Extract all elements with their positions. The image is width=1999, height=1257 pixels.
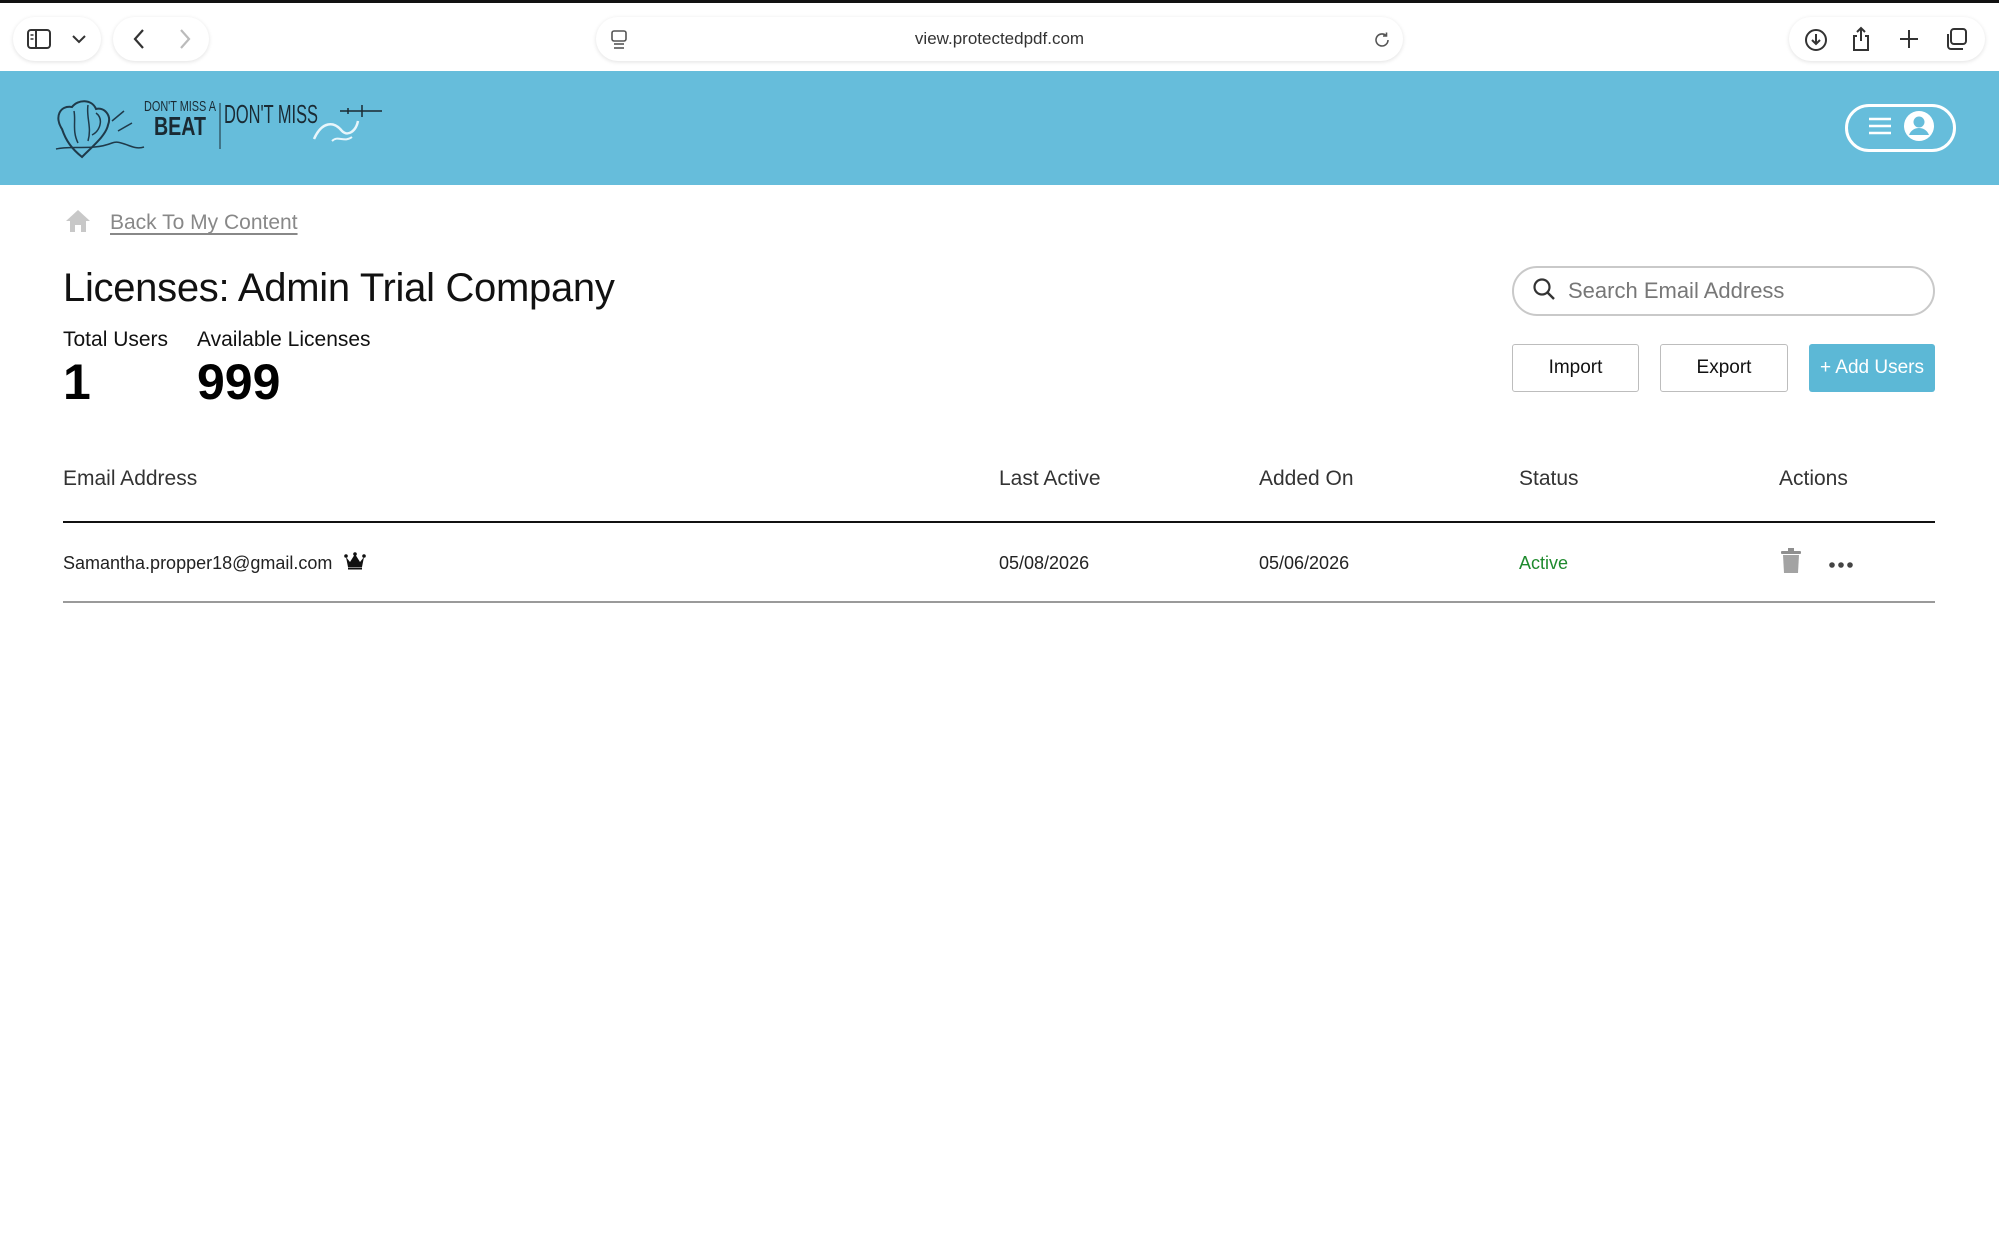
- forward-arrow-icon[interactable]: [173, 27, 197, 51]
- last-active-cell: 05/08/2026: [999, 552, 1090, 573]
- address-bar[interactable]: view.protectedpdf.com: [596, 17, 1403, 61]
- available-licenses-value: 999: [197, 354, 281, 410]
- added-on-cell: 05/06/2026: [1259, 552, 1350, 573]
- home-icon: [64, 208, 92, 239]
- search-icon: [1532, 277, 1556, 306]
- page-title: Licenses: Admin Trial Company: [63, 266, 615, 310]
- column-header-actions: Actions: [1779, 467, 1848, 490]
- column-header-added-on[interactable]: Added On: [1259, 467, 1354, 491]
- table-row: Samantha.propper18@gmail.com 05/08/2026 …: [63, 523, 1935, 603]
- back-to-content-link[interactable]: Back To My Content: [64, 208, 298, 238]
- tabs-overview-icon[interactable]: [1943, 27, 1969, 51]
- total-users-label: Total Users: [63, 328, 169, 351]
- browser-actions-group: [1789, 17, 1985, 61]
- column-header-status[interactable]: Status: [1519, 467, 1579, 491]
- reload-icon[interactable]: [1371, 29, 1393, 51]
- url-text[interactable]: view.protectedpdf.com: [596, 17, 1403, 61]
- share-icon[interactable]: [1849, 25, 1873, 53]
- actions-cell: [1781, 523, 1853, 603]
- user-email: Samantha.propper18@gmail.com: [63, 552, 333, 573]
- brand-logo[interactable]: DON'T MISS A BEAT DON'T MISS: [52, 91, 392, 165]
- total-users-value: 1: [63, 354, 91, 410]
- search-email-input[interactable]: [1568, 278, 1908, 304]
- browser-toolbar: view.protectedpdf.com: [0, 3, 1999, 71]
- total-users-stat: Total Users 1: [63, 328, 168, 410]
- chevron-down-icon[interactable]: [69, 29, 89, 49]
- available-licenses-stat: Available Licenses 999: [197, 328, 371, 410]
- app-header: DON'T MISS A BEAT DON'T MISS: [0, 71, 1999, 185]
- new-tab-icon[interactable]: [1897, 27, 1921, 51]
- licenses-table: Email Address Last Active Added On Statu…: [63, 455, 1935, 603]
- crown-icon: [344, 551, 367, 575]
- logo-text-beat: BEAT: [154, 111, 206, 141]
- user-menu-button[interactable]: [1845, 104, 1956, 152]
- table-header: Email Address Last Active Added On Statu…: [63, 455, 1935, 523]
- status-cell: Active: [1519, 552, 1569, 573]
- add-users-button[interactable]: + Add Users: [1809, 344, 1935, 392]
- sidebar-toggle-group[interactable]: [13, 17, 101, 61]
- hamburger-icon: [1867, 116, 1893, 141]
- more-options-icon[interactable]: [1829, 553, 1853, 574]
- history-nav-group: [113, 17, 209, 61]
- column-header-email[interactable]: Email Address: [63, 467, 197, 491]
- email-cell: Samantha.propper18@gmail.com: [63, 523, 367, 603]
- back-arrow-icon[interactable]: [127, 27, 151, 51]
- column-header-last-active[interactable]: Last Active: [999, 467, 1101, 491]
- search-box[interactable]: [1512, 266, 1935, 316]
- user-avatar-icon: [1903, 110, 1935, 147]
- export-button[interactable]: Export: [1660, 344, 1788, 392]
- available-licenses-label: Available Licenses: [197, 328, 371, 351]
- back-link-label[interactable]: Back To My Content: [110, 211, 298, 235]
- download-icon[interactable]: [1803, 27, 1829, 53]
- sidebar-icon[interactable]: [26, 27, 52, 51]
- import-button[interactable]: Import: [1512, 344, 1639, 392]
- logo-text-right: DON'T MISS: [224, 99, 318, 129]
- trash-icon[interactable]: [1781, 547, 1801, 579]
